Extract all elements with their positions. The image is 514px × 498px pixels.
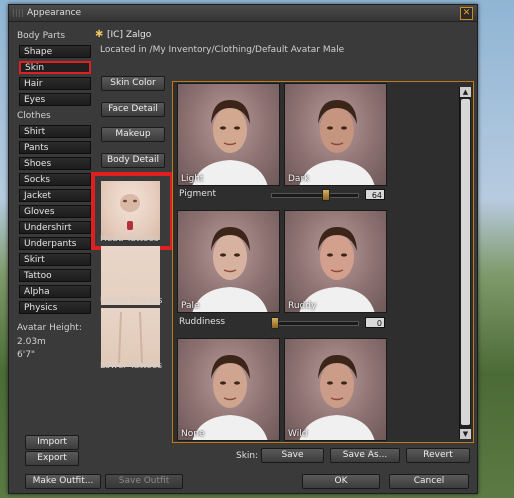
save-outfit-button[interactable]: Save Outfit bbox=[105, 474, 183, 489]
avatar-head-icon bbox=[192, 227, 268, 312]
ok-button[interactable]: OK bbox=[302, 474, 380, 489]
ruddiness-label: Ruddiness bbox=[179, 317, 226, 327]
scroll-up-icon[interactable]: ▲ bbox=[460, 87, 471, 97]
clothes-heading: Clothes bbox=[17, 111, 51, 121]
appearance-window: Appearance ✕ Body Parts Shape Skin Hair … bbox=[8, 4, 478, 494]
avatar-height-label: Avatar Height: bbox=[17, 323, 82, 333]
skin-color-button[interactable]: Skin Color bbox=[101, 76, 165, 91]
upper-tattoos-label: Upper Tattoos bbox=[100, 296, 163, 306]
avatar-head-icon bbox=[192, 100, 268, 185]
avatar-height-feet: 6'7" bbox=[17, 350, 36, 360]
nav-item-hair[interactable]: Hair bbox=[19, 77, 91, 90]
lower-tattoo-swatch[interactable] bbox=[101, 308, 160, 367]
revert-button[interactable]: Revert bbox=[406, 448, 470, 463]
save-button[interactable]: Save bbox=[261, 448, 324, 463]
nav-item-jacket[interactable]: Jacket bbox=[19, 189, 91, 202]
scrollbar-thumb[interactable] bbox=[461, 99, 470, 425]
close-icon[interactable]: ✕ bbox=[460, 7, 473, 20]
makeup-button[interactable]: Makeup bbox=[101, 127, 165, 142]
nav-item-tattoo[interactable]: Tattoo bbox=[19, 269, 91, 282]
pale-label: Pale bbox=[181, 301, 200, 311]
nav-item-shirt[interactable]: Shirt bbox=[19, 125, 91, 138]
avatar-height-meters: 2.03m bbox=[17, 337, 46, 347]
face-detail-button[interactable]: Face Detail bbox=[101, 102, 165, 117]
body-parts-heading: Body Parts bbox=[17, 31, 66, 41]
ruddiness-slider-handle[interactable] bbox=[271, 317, 279, 329]
drag-handle-icon[interactable] bbox=[13, 9, 23, 17]
save-as-button[interactable]: Save As... bbox=[330, 448, 400, 463]
nav-item-pants[interactable]: Pants bbox=[19, 141, 91, 154]
nav-item-socks[interactable]: Socks bbox=[19, 173, 91, 186]
dark-label: Dark bbox=[288, 174, 310, 184]
make-outfit-button[interactable]: Make Outfit... bbox=[25, 474, 101, 489]
preview-light[interactable]: Light bbox=[177, 83, 280, 186]
nav-item-skin[interactable]: Skin bbox=[19, 61, 91, 74]
avatar-head-icon bbox=[192, 355, 268, 440]
pigment-slider[interactable] bbox=[271, 193, 359, 198]
avatar-head-icon bbox=[299, 355, 375, 440]
nav-item-underpants[interactable]: Underpants bbox=[19, 237, 91, 250]
nav-item-shoes[interactable]: Shoes bbox=[19, 157, 91, 170]
nav-item-physics[interactable]: Physics bbox=[19, 301, 91, 314]
nav-item-eyes[interactable]: Eyes bbox=[19, 93, 91, 106]
skin-save-label: Skin: bbox=[236, 451, 259, 461]
preview-dark[interactable]: Dark bbox=[284, 83, 387, 186]
head-tattoos-highlight bbox=[91, 172, 174, 250]
item-name: [IC] Zalgo bbox=[107, 30, 152, 40]
param-scrollbar[interactable]: ▲ ▼ bbox=[459, 87, 471, 439]
legs-texture-icon bbox=[118, 311, 143, 364]
ruddiness-value[interactable]: 0 bbox=[365, 317, 385, 328]
nav-item-gloves[interactable]: Gloves bbox=[19, 205, 91, 218]
lower-tattoos-label: Lower Tattoos bbox=[100, 361, 163, 371]
clothing-item-icon: ✱ bbox=[95, 29, 104, 40]
window-title: Appearance bbox=[27, 8, 82, 18]
light-label: Light bbox=[181, 174, 204, 184]
item-location: Located in /My Inventory/Clothing/Defaul… bbox=[100, 45, 345, 55]
wild-label: Wild bbox=[288, 429, 308, 439]
none-label: None bbox=[181, 429, 205, 439]
nav-item-skirt[interactable]: Skirt bbox=[19, 253, 91, 266]
pigment-label: Pigment bbox=[179, 189, 216, 199]
ruddiness-slider[interactable] bbox=[271, 321, 359, 326]
nav-item-shape[interactable]: Shape bbox=[19, 45, 91, 58]
nav-item-undershirt[interactable]: Undershirt bbox=[19, 221, 91, 234]
scroll-down-icon[interactable]: ▼ bbox=[460, 429, 471, 439]
import-button[interactable]: Import bbox=[25, 435, 79, 450]
preview-wild[interactable]: Wild bbox=[284, 338, 387, 441]
cancel-button[interactable]: Cancel bbox=[389, 474, 469, 489]
preview-none[interactable]: None bbox=[177, 338, 280, 441]
title-bar[interactable]: Appearance ✕ bbox=[9, 5, 477, 22]
pigment-value[interactable]: 64 bbox=[365, 189, 385, 200]
pigment-slider-handle[interactable] bbox=[322, 189, 331, 201]
avatar-head-icon bbox=[299, 100, 375, 185]
ruddy-label: Ruddy bbox=[288, 301, 317, 311]
export-button[interactable]: Export bbox=[25, 451, 79, 466]
nav-item-alpha[interactable]: Alpha bbox=[19, 285, 91, 298]
avatar-head-icon bbox=[299, 227, 375, 312]
preview-pale[interactable]: Pale bbox=[177, 210, 280, 313]
body-detail-button[interactable]: Body Detail bbox=[101, 153, 165, 168]
preview-ruddy[interactable]: Ruddy bbox=[284, 210, 387, 313]
